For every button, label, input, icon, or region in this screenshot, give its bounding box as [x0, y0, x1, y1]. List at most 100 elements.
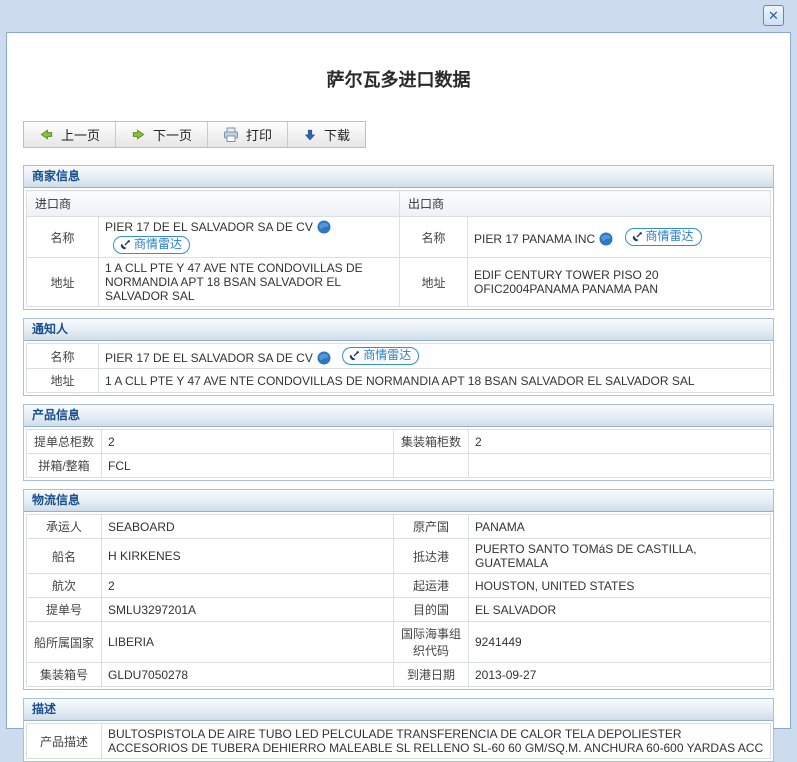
notify-name-cell: PIER 17 DE EL SALVADOR SA DE CV 商情雷达: [99, 344, 771, 369]
globe-icon[interactable]: [599, 232, 613, 246]
table-row: 船所属国家 LIBERIA 国际海事组织代码 9241449: [27, 622, 771, 663]
notify-address: 1 A CLL PTE Y 47 AVE NTE CONDOVILLAS DE …: [99, 369, 771, 393]
table-row: 名称 PIER 17 DE EL SALVADOR SA DE CV 商情雷达 …: [27, 217, 771, 258]
section-product-title: 产品信息: [24, 405, 773, 427]
importer-name-cell: PIER 17 DE EL SALVADOR SA DE CV 商情雷达: [99, 217, 400, 258]
radar-label: 商情雷达: [363, 348, 411, 363]
field-label: 目的国: [394, 598, 469, 622]
exporter-address: EDIF CENTURY TOWER PISO 20 OFIC2004PANAM…: [468, 258, 771, 307]
table-row: 地址 1 A CLL PTE Y 47 AVE NTE CONDOVILLAS …: [27, 369, 771, 393]
field-value: 2: [469, 430, 771, 454]
field-label: 到港日期: [394, 663, 469, 687]
field-label: 集装箱号: [27, 663, 102, 687]
radar-icon: [119, 239, 131, 251]
logistics-table: 承运人 SEABOARD 原产国 PANAMA 船名 H KIRKENES 抵达…: [26, 514, 771, 687]
globe-icon[interactable]: [317, 220, 331, 234]
table-row: 提单号 SMLU3297201A 目的国 EL SALVADOR: [27, 598, 771, 622]
next-page-label: 下一页: [153, 125, 192, 144]
radar-icon: [348, 350, 360, 362]
radar-label: 商情雷达: [646, 229, 694, 244]
section-description-title: 描述: [24, 699, 773, 721]
section-merchant-title: 商家信息: [24, 166, 773, 188]
notify-table: 名称 PIER 17 DE EL SALVADOR SA DE CV 商情雷达 …: [26, 343, 771, 393]
page-title: 萨尔瓦多进口数据: [7, 66, 790, 92]
field-label: 集装箱柜数: [394, 430, 469, 454]
printer-icon: [223, 127, 239, 143]
section-notify-party: 通知人 名称 PIER 17 DE EL SALVADOR SA DE CV 商…: [23, 318, 774, 396]
arrow-right-icon: [131, 127, 146, 142]
prev-page-label: 上一页: [61, 125, 100, 144]
description-table: 产品描述 BULTOSPISTOLA DE AIRE TUBO LED PELC…: [26, 723, 771, 759]
arrow-left-icon: [39, 127, 54, 142]
section-logistics-info: 物流信息 承运人 SEABOARD 原产国 PANAMA 船名 H KIRKEN…: [23, 489, 774, 690]
field-label: 地址: [27, 258, 99, 307]
table-row: 产品描述 BULTOSPISTOLA DE AIRE TUBO LED PELC…: [27, 724, 771, 759]
field-label: 承运人: [27, 515, 102, 539]
arrow-down-icon: [303, 128, 317, 142]
field-label: 起运港: [394, 574, 469, 598]
field-label: 提单号: [27, 598, 102, 622]
merchant-table: 进口商 出口商 名称 PIER 17 DE EL SALVADOR SA DE …: [26, 190, 771, 307]
exporter-header: 出口商: [400, 191, 771, 217]
prev-page-button[interactable]: 上一页: [24, 122, 116, 147]
importer-name: PIER 17 DE EL SALVADOR SA DE CV: [105, 220, 313, 234]
field-label: 产品描述: [27, 724, 102, 759]
field-value: 2: [102, 430, 394, 454]
field-value: PUERTO SANTO TOMáS DE CASTILLA, GUATEMAL…: [469, 539, 771, 574]
close-button[interactable]: ✕: [763, 5, 784, 26]
business-radar-button[interactable]: 商情雷达: [342, 347, 419, 365]
print-button[interactable]: 打印: [208, 122, 288, 147]
product-table: 提单总柜数 2 集装箱柜数 2 拼箱/整箱 FCL: [26, 429, 771, 478]
field-label: 原产国: [394, 515, 469, 539]
download-button[interactable]: 下载: [288, 122, 365, 147]
download-label: 下载: [324, 125, 350, 144]
business-radar-button[interactable]: 商情雷达: [113, 236, 190, 254]
field-label: 名称: [27, 217, 99, 258]
field-value: SEABOARD: [102, 515, 394, 539]
dialog-content: 商家信息 进口商 出口商 名称 PIER 17 DE EL SALVADOR S…: [7, 148, 790, 762]
field-label: 提单总柜数: [27, 430, 102, 454]
table-row: 拼箱/整箱 FCL: [27, 454, 771, 478]
field-value: 2: [102, 574, 394, 598]
field-label: 抵达港: [394, 539, 469, 574]
field-value: SMLU3297201A: [102, 598, 394, 622]
table-row: 名称 PIER 17 DE EL SALVADOR SA DE CV 商情雷达: [27, 344, 771, 369]
next-page-button[interactable]: 下一页: [116, 122, 208, 147]
business-radar-button[interactable]: 商情雷达: [625, 228, 702, 246]
field-label: 地址: [400, 258, 468, 307]
table-row: 集装箱号 GLDU7050278 到港日期 2013-09-27: [27, 663, 771, 687]
table-row: 航次 2 起运港 HOUSTON, UNITED STATES: [27, 574, 771, 598]
importer-address: 1 A CLL PTE Y 47 AVE NTE CONDOVILLAS DE …: [99, 258, 400, 307]
field-value: 9241449: [469, 622, 771, 663]
field-label: 航次: [27, 574, 102, 598]
field-label: 名称: [400, 217, 468, 258]
section-product-info: 产品信息 提单总柜数 2 集装箱柜数 2 拼箱/整箱 FCL: [23, 404, 774, 481]
field-value: PANAMA: [469, 515, 771, 539]
section-description: 描述 产品描述 BULTOSPISTOLA DE AIRE TUBO LED P…: [23, 698, 774, 762]
radar-icon: [631, 231, 643, 243]
field-label: 名称: [27, 344, 99, 369]
field-value: GLDU7050278: [102, 663, 394, 687]
field-label: 船所属国家: [27, 622, 102, 663]
radar-label: 商情雷达: [134, 237, 182, 252]
field-label: 拼箱/整箱: [27, 454, 102, 478]
globe-icon[interactable]: [317, 351, 331, 365]
table-row: 地址 1 A CLL PTE Y 47 AVE NTE CONDOVILLAS …: [27, 258, 771, 307]
importer-header: 进口商: [27, 191, 400, 217]
section-notify-title: 通知人: [24, 319, 773, 341]
field-value: H KIRKENES: [102, 539, 394, 574]
toolbar: 上一页 下一页 打印 下载: [23, 121, 366, 148]
table-row: 船名 H KIRKENES 抵达港 PUERTO SANTO TOMáS DE …: [27, 539, 771, 574]
table-row: 提单总柜数 2 集装箱柜数 2: [27, 430, 771, 454]
section-logistics-title: 物流信息: [24, 490, 773, 512]
table-row: 进口商 出口商: [27, 191, 771, 217]
field-value: EL SALVADOR: [469, 598, 771, 622]
close-icon: ✕: [768, 8, 779, 23]
table-row: 承运人 SEABOARD 原产国 PANAMA: [27, 515, 771, 539]
field-value: LIBERIA: [102, 622, 394, 663]
section-merchant-info: 商家信息 进口商 出口商 名称 PIER 17 DE EL SALVADOR S…: [23, 165, 774, 310]
field-label: [394, 454, 469, 478]
field-label: 船名: [27, 539, 102, 574]
field-value: HOUSTON, UNITED STATES: [469, 574, 771, 598]
field-value: [469, 454, 771, 478]
